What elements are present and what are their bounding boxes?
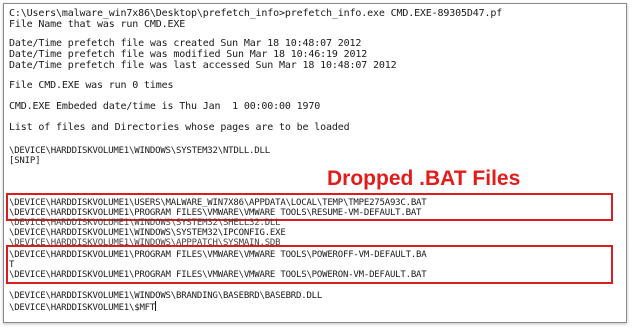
text-cursor <box>155 301 157 311</box>
dropped-bat-callout: Dropped .BAT Files <box>327 167 521 190</box>
snip-marker: [SNIP] <box>9 156 41 166</box>
path-poweroff-wrap: T <box>9 260 15 270</box>
modified-line: Date/Time prefetch file was modified Sun… <box>9 49 368 60</box>
path-temp-bat: \DEVICE\HARDDISKVOLUME1\USERS\MALWARE_WI… <box>9 198 427 208</box>
accessed-line: Date/Time prefetch file was last accesse… <box>9 60 397 71</box>
created-line: Date/Time prefetch file was created Sun … <box>9 38 362 49</box>
path-poweron-bat: \DEVICE\HARDDISKVOLUME1\PROGRAM FILES\VM… <box>9 270 427 280</box>
console-window: C:\Users\malware_win7x86\Desktop\prefetc… <box>3 3 627 323</box>
path-cut-1: \DEVICE\HARDDISKVOLUME1\WINDOWS\SYSTEM32… <box>9 218 281 228</box>
run-count-line: File CMD.EXE was run 0 times <box>9 80 174 91</box>
list-header-line: List of files and Directories whose page… <box>9 122 350 133</box>
path-basebrd: \DEVICE\HARDDISKVOLUME1\WINDOWS\BRANDING… <box>9 291 323 301</box>
path-mft: \DEVICE\HARDDISKVOLUME1\$MFT <box>9 303 156 313</box>
file-name-line: File Name that was run CMD.EXE <box>9 19 186 30</box>
embedded-date-line: CMD.EXE Embeded date/time is Thu Jan 1 0… <box>9 101 321 112</box>
path-mft-row: \DEVICE\HARDDISKVOLUME1\$MFT <box>9 301 157 313</box>
path-ntdll: \DEVICE\HARDDISKVOLUME1\WINDOWS\SYSTEM32… <box>9 146 270 156</box>
path-poweroff-bat: \DEVICE\HARDDISKVOLUME1\PROGRAM FILES\VM… <box>9 250 427 260</box>
command-line: C:\Users\malware_win7x86\Desktop\prefetc… <box>9 8 503 19</box>
path-resume-bat: \DEVICE\HARDDISKVOLUME1\PROGRAM FILES\VM… <box>9 208 422 218</box>
path-ipconfig: \DEVICE\HARDDISKVOLUME1\WINDOWS\SYSTEM32… <box>9 228 286 238</box>
